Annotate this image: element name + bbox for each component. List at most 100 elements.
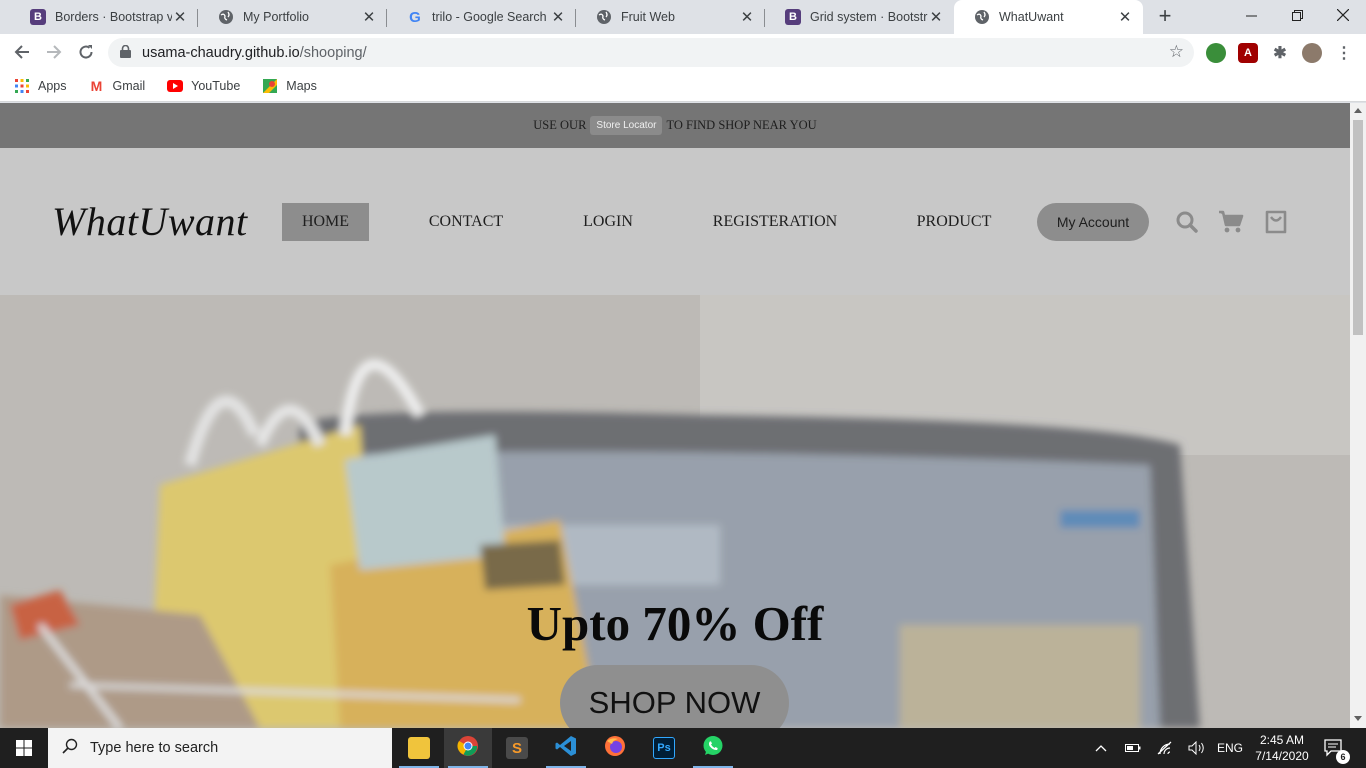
scrollbar-thumb[interactable] [1353,120,1363,335]
notification-count-badge: 6 [1336,750,1350,764]
taskbar-photoshop[interactable]: Ps [640,728,688,768]
page-scrollbar[interactable] [1350,103,1366,728]
tab-grid-system[interactable]: B Grid system · Bootstrap ✕ [765,0,954,34]
browser-toolbar: usama-chaudry.github.io/shooping/ ☆ A ✱ … [0,34,1366,70]
tab-whatuwant[interactable]: WhatUwant ✕ [954,0,1143,34]
notifications-icon[interactable]: 6 [1320,728,1350,768]
extension-globe-icon[interactable] [1206,43,1226,63]
bookmark-label: Apps [38,78,67,93]
page-viewport: USE OUR Store Locator TO FIND SHOP NEAR … [0,103,1350,728]
tab-borders-bootstrap[interactable]: B Borders · Bootstrap v4.5 ✕ [10,0,198,34]
battery-icon[interactable] [1122,728,1144,768]
whatsapp-icon [702,735,724,762]
lock-icon [120,44,134,61]
taskbar-vscode[interactable] [542,728,590,768]
extensions-puzzle-icon[interactable]: ✱ [1270,43,1290,63]
taskbar-file-explorer[interactable] [395,728,443,768]
back-arrow-icon[interactable] [8,38,36,66]
nav-registeration[interactable]: REGISTERATION [702,203,848,241]
shop-now-button[interactable]: SHOP NOW [560,665,789,728]
close-window-icon[interactable] [1320,0,1366,30]
forward-arrow-icon[interactable] [40,38,68,66]
my-account-button[interactable]: My Account [1037,203,1149,241]
search-icon[interactable] [1175,210,1199,234]
clock-date: 7/14/2020 [1255,749,1309,763]
tab-title: trilo - Google Search [432,10,547,24]
globe-icon [218,9,234,25]
shopping-bag-icon[interactable] [1265,210,1289,234]
input-language[interactable]: ENG [1214,728,1246,768]
taskbar-search-placeholder: Type here to search [90,740,219,756]
bookmark-maps[interactable]: Maps [262,78,317,94]
hero-title: Upto 70% Off [526,596,824,651]
close-icon[interactable]: ✕ [928,9,944,26]
bookmark-label: Gmail [112,78,146,93]
taskbar-sublime-text[interactable]: S [493,728,541,768]
bookmark-youtube[interactable]: YouTube [167,78,240,94]
bookmark-label: YouTube [191,78,241,93]
tab-title: Fruit Web [621,10,675,24]
bootstrap-icon: B [30,9,46,25]
cart-icon[interactable] [1218,210,1244,234]
maps-icon [262,78,278,94]
photoshop-icon: Ps [653,737,675,759]
taskbar-whatsapp[interactable] [689,728,737,768]
sublime-text-icon: S [506,737,528,759]
topbar-text-after: TO FIND SHOP NEAR YOU [666,118,817,132]
scroll-down-icon[interactable] [1354,716,1362,721]
chrome-icon [457,735,479,762]
taskbar-clock[interactable]: 2:45 AM 7/14/2020 [1252,732,1312,764]
store-locator-button[interactable]: Store Locator [590,116,663,135]
site-logo[interactable]: WhatUwant [52,198,248,245]
taskbar-search-box[interactable]: Type here to search [48,728,392,768]
nav-login[interactable]: LOGIN [568,203,648,241]
nav-product[interactable]: PRODUCT [906,203,1002,241]
wifi-icon[interactable] [1154,728,1176,768]
clock-time: 2:45 AM [1259,733,1305,747]
minimize-icon[interactable] [1228,0,1274,30]
browser-tab-strip: B Borders · Bootstrap v4.5 ✕ My Portfoli… [0,0,1366,34]
vscode-icon [555,735,577,762]
close-icon[interactable]: ✕ [1117,9,1133,26]
search-icon [62,738,78,758]
url-host: usama-chaudry.github.io [142,44,300,61]
close-icon[interactable]: ✕ [361,9,377,26]
profile-avatar[interactable] [1302,43,1322,63]
url-path: /shooping/ [299,44,367,61]
apps-grid-icon [14,78,30,94]
youtube-icon [167,78,184,94]
volume-icon[interactable] [1186,728,1208,768]
tab-title: Borders · Bootstrap v4.5 [55,10,172,24]
bookmark-apps[interactable]: Apps [14,78,67,94]
close-icon[interactable]: ✕ [550,9,566,26]
bootstrap-icon: B [785,9,801,25]
tab-fruit-web[interactable]: Fruit Web ✕ [576,0,765,34]
restore-icon[interactable] [1274,0,1320,30]
bookmark-star-icon[interactable]: ☆ [1169,42,1184,62]
windows-taskbar: Type here to search S Ps ENG 2:45 AM 7/1… [0,728,1366,768]
tab-google-search[interactable]: G trilo - Google Search ✕ [387,0,576,34]
nav-contact[interactable]: CONTACT [418,203,514,241]
bookmark-label: Maps [286,78,317,93]
reload-icon[interactable] [72,38,100,66]
new-tab-button[interactable]: + [1154,5,1176,28]
gmail-icon: M [90,77,103,94]
acrobat-icon[interactable]: A [1238,43,1258,63]
hero-banner: Upto 70% Off SHOP NOW [0,295,1350,728]
show-hidden-icons-icon[interactable] [1090,728,1112,768]
tab-title: My Portfolio [243,10,309,24]
address-bar[interactable]: usama-chaudry.github.io/shooping/ ☆ [108,38,1194,67]
globe-icon [596,9,612,25]
more-menu-icon[interactable]: ⋮ [1334,43,1354,63]
tab-my-portfolio[interactable]: My Portfolio ✕ [198,0,387,34]
bookmark-gmail[interactable]: M Gmail [89,78,146,94]
site-header: WhatUwant HOME CONTACT LOGIN REGISTERATI… [0,148,1350,295]
nav-home[interactable]: HOME [282,203,369,241]
scroll-up-icon[interactable] [1354,108,1362,113]
close-icon[interactable]: ✕ [739,9,755,26]
windows-start-icon[interactable] [0,728,48,768]
tab-title: Grid system · Bootstrap [810,10,928,24]
taskbar-chrome[interactable] [444,728,492,768]
taskbar-firefox[interactable] [591,728,639,768]
close-icon[interactable]: ✕ [172,9,188,26]
